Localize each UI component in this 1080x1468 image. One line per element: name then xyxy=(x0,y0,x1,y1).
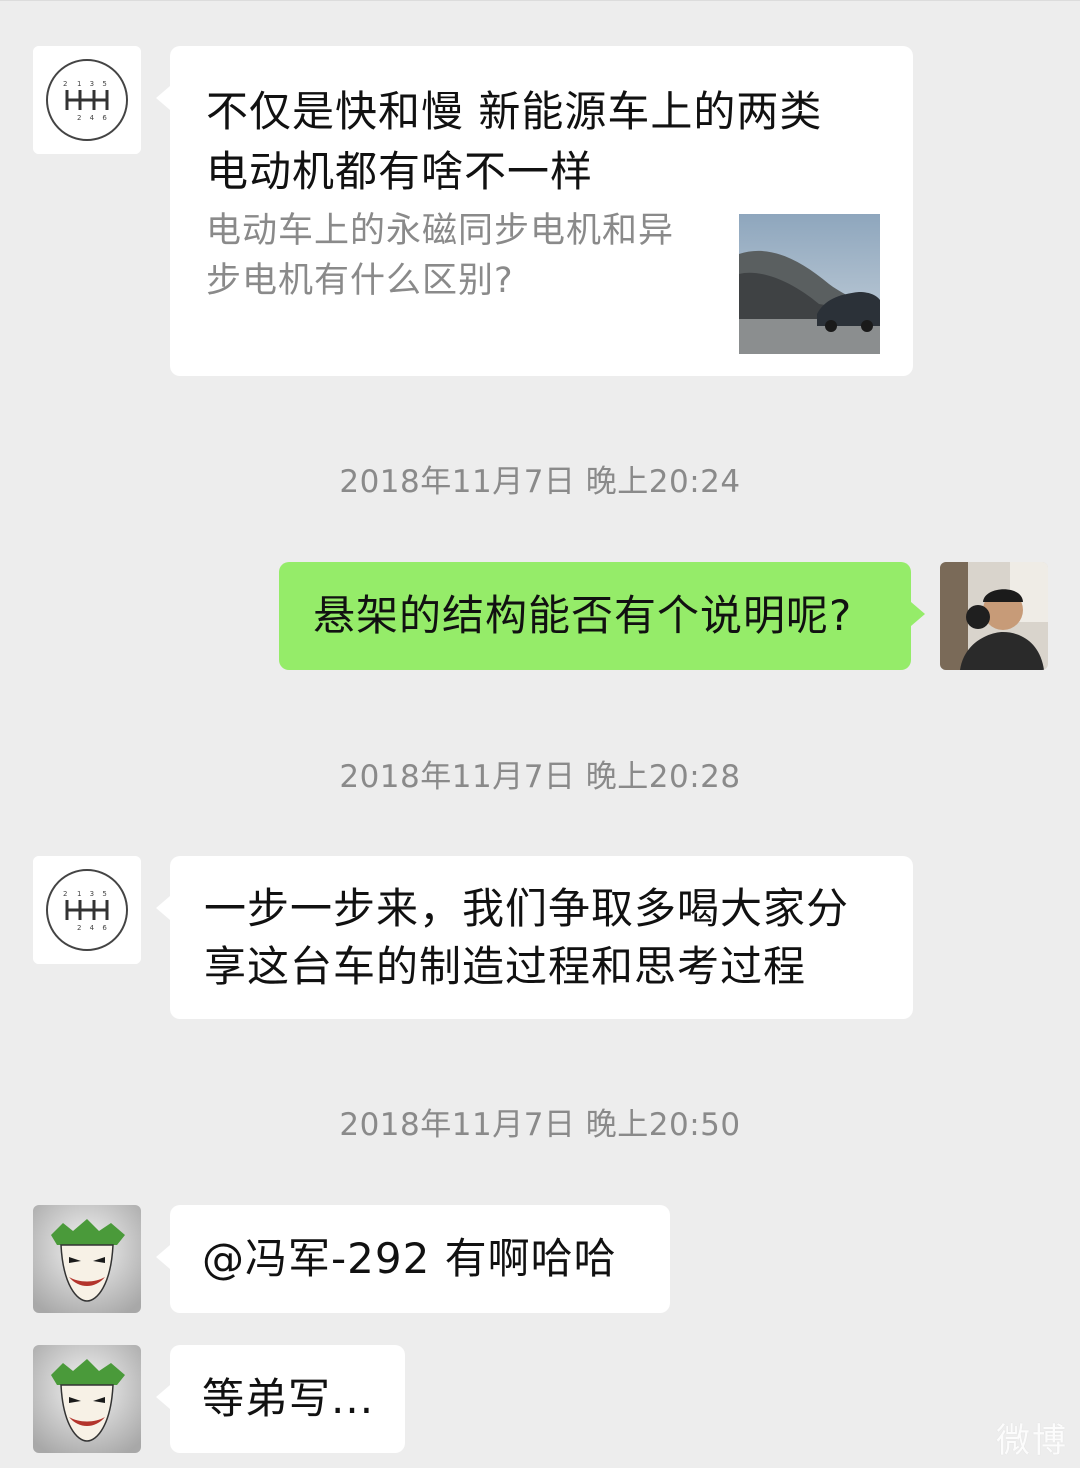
link-card-thumbnail xyxy=(739,214,880,354)
mention-reply-text: @冯军-292 有啊哈哈 xyxy=(202,1234,617,1283)
timestamp: 2018年11月7日 晚上20:50 xyxy=(339,1107,741,1143)
reply-text-line1: 一步一步来，我们争取多喝大家分 xyxy=(204,884,850,933)
gear-side-number: 2 xyxy=(63,80,67,88)
question-text: 悬架的结构能否有个说明呢? xyxy=(313,591,853,640)
reply-bubble[interactable]: 一步一步来，我们争取多喝大家分 享这台车的制造过程和思考过程 xyxy=(156,856,913,1019)
gear-top-numbers: 1 3 5 xyxy=(77,80,110,88)
joker-avatar-icon[interactable] xyxy=(33,1205,141,1313)
link-card-desc-line2: 步电机有什么区别? xyxy=(206,261,514,301)
joker-avatar-icon[interactable] xyxy=(33,1345,141,1453)
gear-side-number: 2 xyxy=(63,890,67,898)
gear-bottom-numbers: 2 4 6 xyxy=(77,924,110,932)
timestamp: 2018年11月7日 晚上20:28 xyxy=(339,759,741,795)
chat-view: 2 1 3 5 2 4 6 不仅是快和慢 新能源车上的两类 电动机都有啥不一样 … xyxy=(0,0,1080,1468)
reply-text-line2: 享这台车的制造过程和思考过程 xyxy=(204,942,807,991)
link-card-title-line1: 不仅是快和慢 新能源车上的两类 xyxy=(206,87,823,136)
link-card-title-line2: 电动机都有啥不一样 xyxy=(206,147,594,196)
gear-shift-avatar-icon[interactable]: 2 1 3 5 2 4 6 xyxy=(33,856,141,964)
timestamp: 2018年11月7日 晚上20:24 xyxy=(339,464,741,500)
gear-top-numbers: 1 3 5 xyxy=(77,890,110,898)
link-card-title: 不仅是快和慢 新能源车上的两类 电动机都有啥不一样 xyxy=(206,82,822,202)
user-photo-avatar[interactable] xyxy=(940,562,1048,670)
question-bubble[interactable]: 悬架的结构能否有个说明呢? xyxy=(279,562,925,670)
link-card-desc-line1: 电动车上的永磁同步电机和异 xyxy=(206,211,675,251)
last-reply-text: 等弟写... xyxy=(202,1374,375,1423)
last-reply-bubble[interactable]: 等弟写... xyxy=(156,1345,405,1453)
link-card-bubble[interactable]: 不仅是快和慢 新能源车上的两类 电动机都有啥不一样 电动车上的永磁同步电机和异 … xyxy=(156,46,913,376)
watermark: 微博 xyxy=(996,1421,1068,1461)
link-card-description: 电动车上的永磁同步电机和异 步电机有什么区别? xyxy=(206,206,674,306)
gear-bottom-numbers: 2 4 6 xyxy=(77,114,110,122)
mention-reply-bubble[interactable]: @冯军-292 有啊哈哈 xyxy=(156,1205,670,1313)
gear-shift-avatar-icon[interactable]: 2 1 3 5 2 4 6 xyxy=(33,46,141,154)
